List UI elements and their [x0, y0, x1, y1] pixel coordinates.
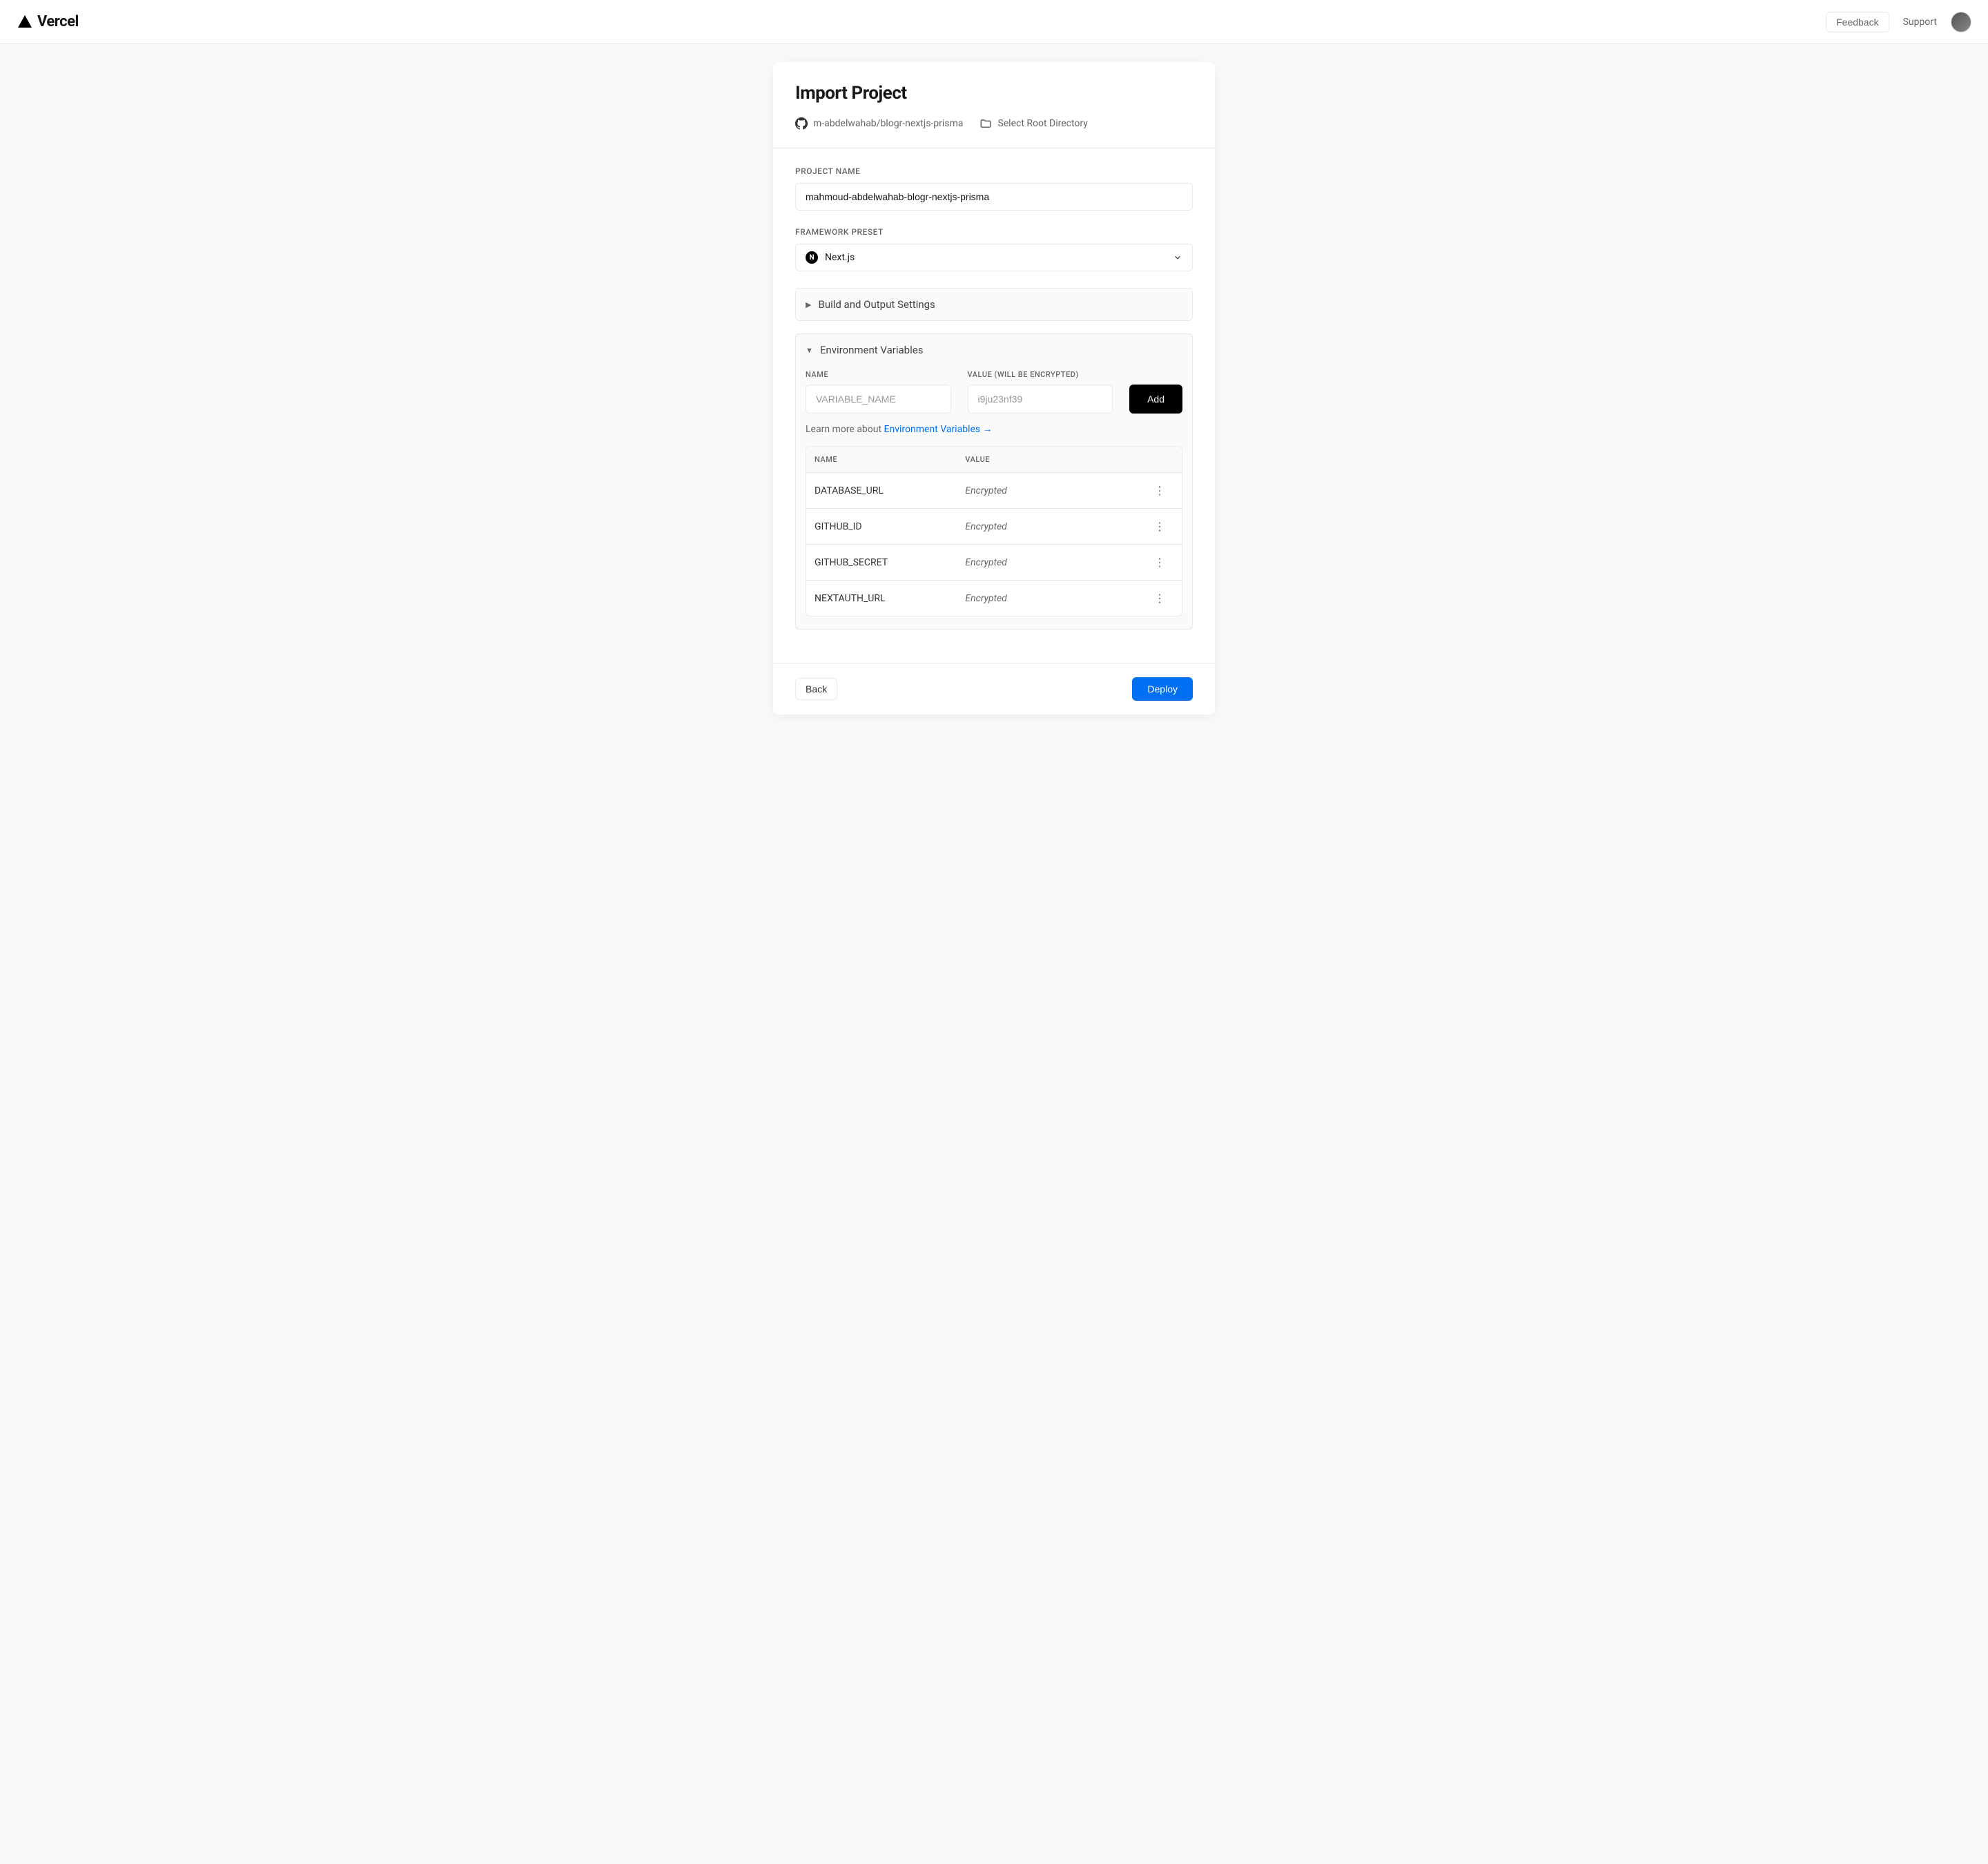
- vercel-logo[interactable]: Vercel: [17, 13, 79, 30]
- build-output-panel: ▶ Build and Output Settings: [795, 288, 1193, 321]
- nextjs-icon: N: [806, 251, 818, 264]
- import-project-card: Import Project m-abdelwahab/blogr-nextjs…: [773, 62, 1215, 715]
- env-row-name: GITHUB_SECRET: [815, 557, 965, 568]
- col-value-header: VALUE: [965, 455, 1146, 464]
- env-vars-panel: ▼ Environment Variables NAME VALUE (WILL…: [795, 333, 1193, 630]
- app-header: Vercel Feedback Support: [0, 0, 1988, 44]
- env-value-label: VALUE (WILL BE ENCRYPTED): [968, 370, 1113, 379]
- repo-meta: m-abdelwahab/blogr-nextjs-prisma: [795, 117, 963, 130]
- vercel-triangle-icon: [17, 14, 33, 30]
- env-vars-label: Environment Variables: [820, 344, 924, 356]
- more-icon[interactable]: ⋮: [1146, 484, 1173, 497]
- table-row: DATABASE_URL Encrypted ⋮: [806, 473, 1182, 509]
- feedback-button[interactable]: Feedback: [1826, 12, 1889, 32]
- table-header: NAME VALUE: [806, 447, 1182, 473]
- add-button[interactable]: Add: [1129, 385, 1182, 414]
- env-value-input[interactable]: [968, 385, 1113, 414]
- project-name-label: PROJECT NAME: [795, 166, 1193, 176]
- triangle-down-icon: ▼: [806, 346, 813, 355]
- env-vars-docs-link[interactable]: Environment Variables →: [884, 424, 993, 435]
- env-row-name: GITHUB_ID: [815, 521, 965, 532]
- env-row-value: Encrypted: [965, 593, 1146, 604]
- env-row-value: Encrypted: [965, 557, 1146, 568]
- folder-icon: [980, 117, 992, 130]
- table-row: NEXTAUTH_URL Encrypted ⋮: [806, 581, 1182, 616]
- env-vars-toggle[interactable]: ▼ Environment Variables: [796, 334, 1192, 366]
- avatar[interactable]: [1951, 12, 1971, 32]
- table-row: GITHUB_ID Encrypted ⋮: [806, 509, 1182, 545]
- env-row-value: Encrypted: [965, 485, 1146, 496]
- more-icon[interactable]: ⋮: [1146, 592, 1173, 605]
- learn-more-text: Learn more about Environment Variables →: [806, 423, 1182, 435]
- env-row-name: NEXTAUTH_URL: [815, 593, 965, 604]
- deploy-button[interactable]: Deploy: [1132, 677, 1193, 701]
- env-name-label: NAME: [806, 370, 951, 379]
- table-row: GITHUB_SECRET Encrypted ⋮: [806, 545, 1182, 581]
- chevron-down-icon: [1173, 253, 1182, 262]
- framework-preset-value: Next.js: [825, 252, 855, 263]
- env-name-input[interactable]: [806, 385, 951, 414]
- env-row-name: DATABASE_URL: [815, 485, 965, 496]
- header-right: Feedback Support: [1826, 12, 1971, 32]
- root-directory-meta[interactable]: Select Root Directory: [980, 117, 1087, 130]
- build-output-toggle[interactable]: ▶ Build and Output Settings: [796, 289, 1192, 320]
- more-icon[interactable]: ⋮: [1146, 556, 1173, 569]
- more-icon[interactable]: ⋮: [1146, 520, 1173, 533]
- repo-path: m-abdelwahab/blogr-nextjs-prisma: [813, 118, 963, 129]
- framework-preset-select[interactable]: N Next.js: [795, 244, 1193, 271]
- build-output-label: Build and Output Settings: [818, 298, 935, 311]
- env-row-value: Encrypted: [965, 521, 1146, 532]
- brand-name: Vercel: [37, 13, 79, 30]
- col-name-header: NAME: [815, 455, 965, 464]
- framework-preset-label: FRAMEWORK PRESET: [795, 227, 1193, 237]
- triangle-right-icon: ▶: [806, 300, 811, 309]
- support-link[interactable]: Support: [1903, 17, 1937, 28]
- project-name-input[interactable]: [795, 183, 1193, 211]
- page-title: Import Project: [795, 83, 1193, 104]
- env-vars-table: NAME VALUE DATABASE_URL Encrypted ⋮ GITH…: [806, 446, 1182, 617]
- root-directory-label: Select Root Directory: [997, 118, 1087, 129]
- back-button[interactable]: Back: [795, 678, 837, 700]
- github-icon: [795, 117, 808, 130]
